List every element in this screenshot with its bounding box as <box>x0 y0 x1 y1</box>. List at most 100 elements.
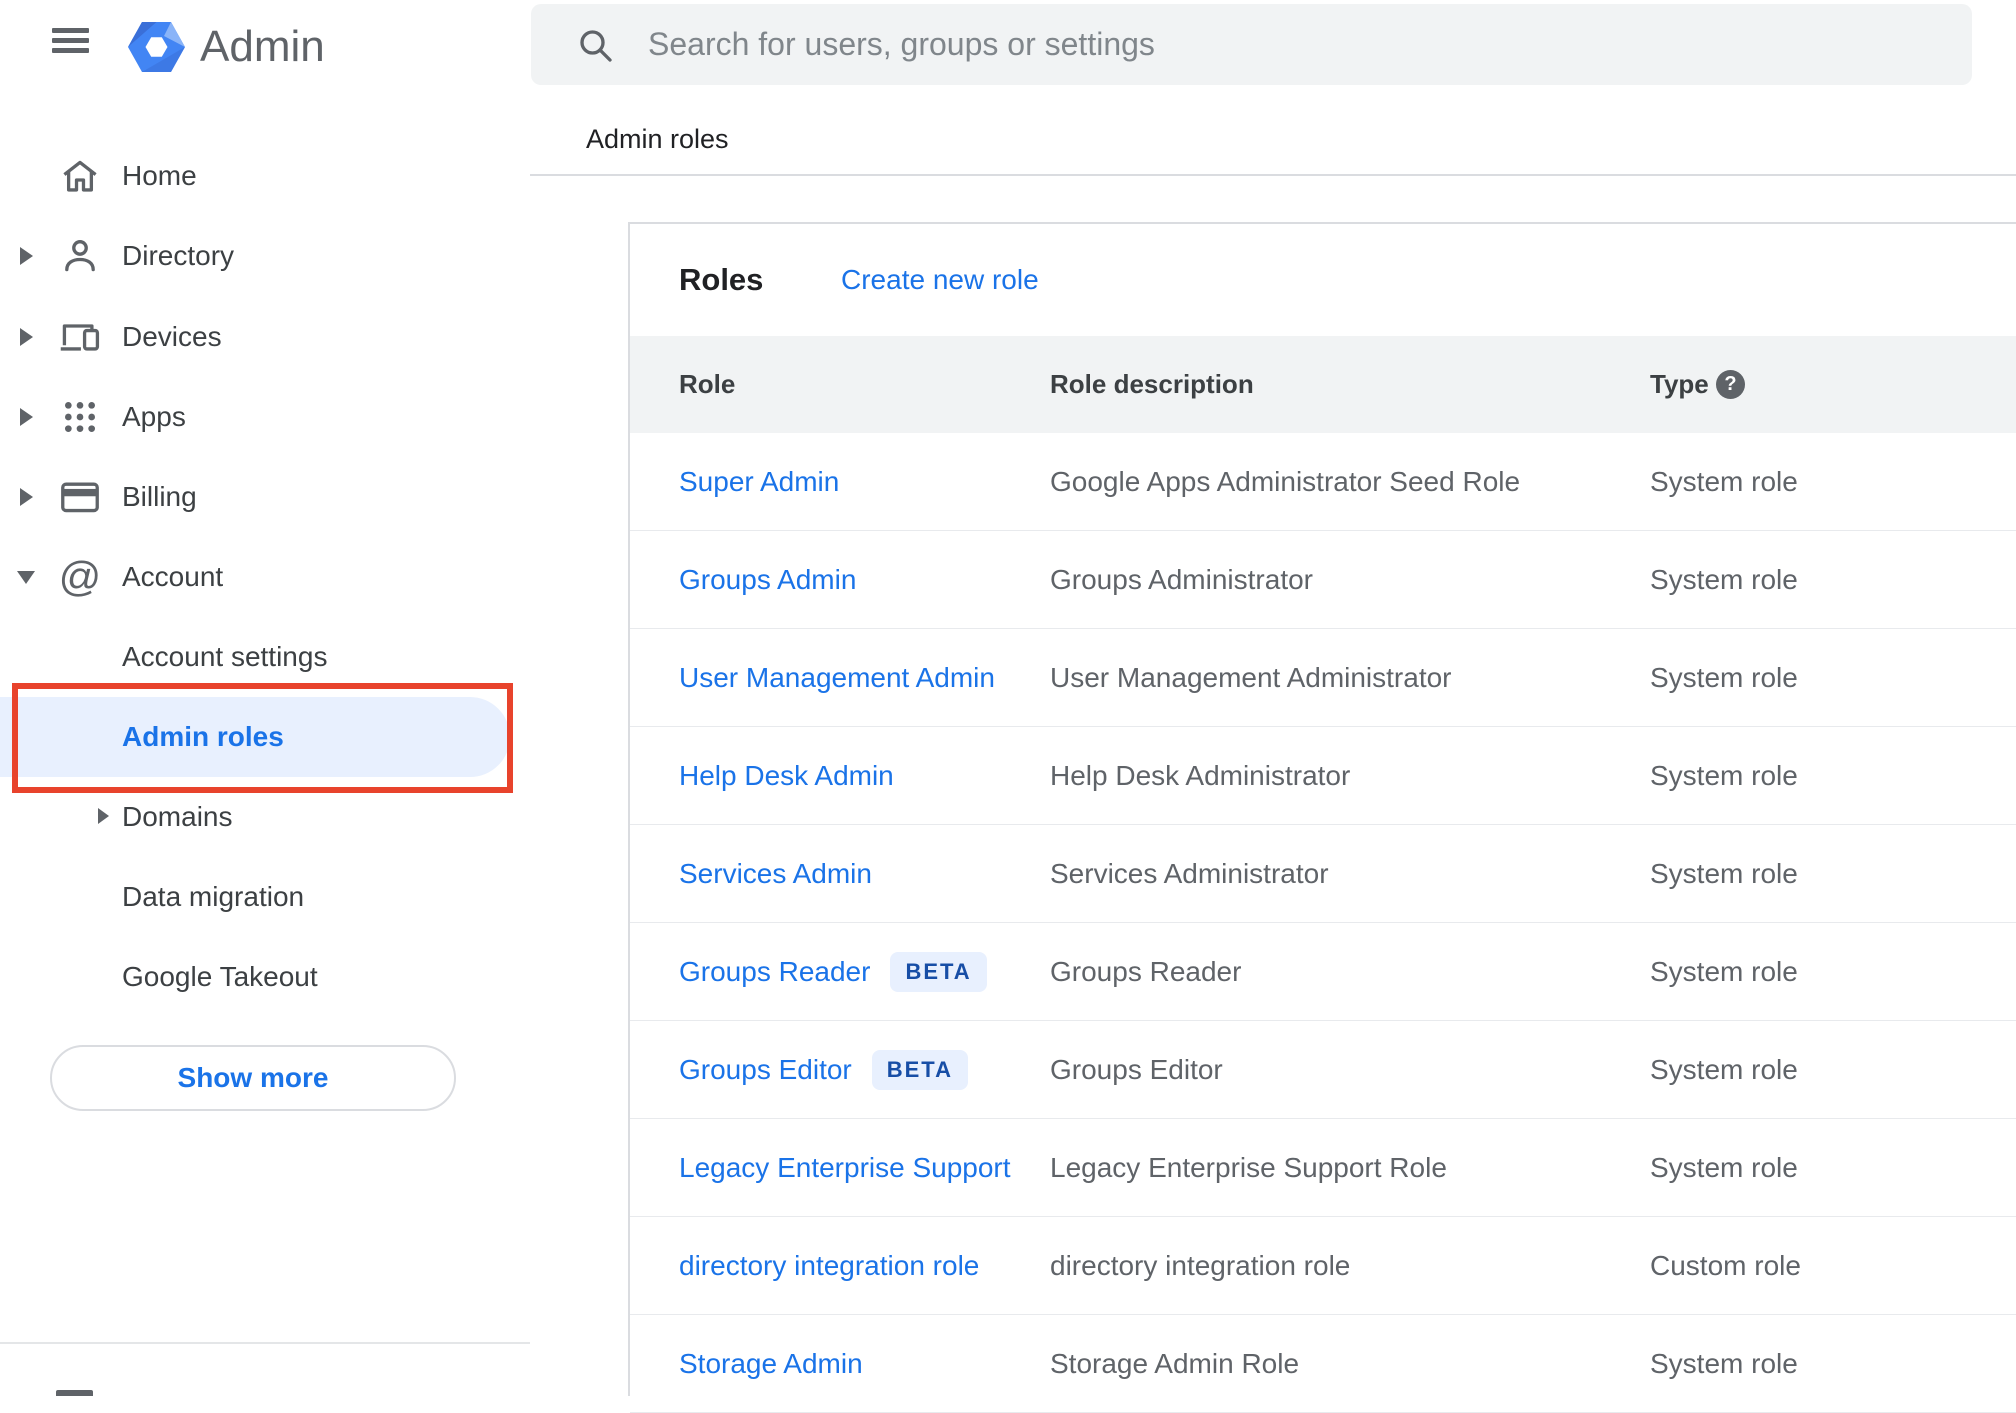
search-input[interactable]: Search for users, groups or settings <box>531 4 1972 85</box>
sidebar-item-admin-roles[interactable]: Admin roles <box>0 697 510 777</box>
brand-bar: Admin <box>0 0 530 95</box>
role-link[interactable]: User Management Admin <box>679 662 995 694</box>
role-link[interactable]: Groups Reader <box>679 956 870 988</box>
role-description: Groups Editor <box>1050 1054 1223 1085</box>
roles-panel-titlebar: Roles Create new role <box>630 224 2016 336</box>
search-icon <box>575 25 615 65</box>
role-cell: Storage Admin <box>679 1315 863 1413</box>
sidebar-item-apps[interactable]: Apps <box>0 377 530 457</box>
table-row: directory integration role directory inte… <box>630 1217 2016 1315</box>
sidebar-item-label: Apps <box>122 401 186 432</box>
beta-badge: BETA <box>890 951 987 993</box>
role-description: Legacy Enterprise Support Role <box>1050 1152 1447 1183</box>
role-link[interactable]: Groups Editor <box>679 1054 852 1086</box>
chevron-right-icon[interactable] <box>20 247 33 265</box>
table-row: Groups Admin Groups Administrator System r… <box>630 531 2016 629</box>
show-more-button[interactable]: Show more <box>50 1045 456 1111</box>
role-description: Google Apps Administrator Seed Role <box>1050 466 1521 497</box>
role-link[interactable]: Super Admin <box>679 466 839 498</box>
role-cell: Groups Reader BETA <box>679 923 987 1021</box>
sidebar-item-label: Billing <box>122 481 197 512</box>
chevron-right-icon[interactable] <box>20 328 33 346</box>
show-more-label: Show more <box>177 1062 329 1093</box>
table-row: Groups Reader BETA Groups Reader System rol… <box>630 923 2016 1021</box>
sidebar-item-label: Home <box>122 160 197 191</box>
role-link[interactable]: Help Desk Admin <box>679 760 894 792</box>
billing-card-icon <box>57 474 103 520</box>
table-row: Services Admin Services Administrator Syst… <box>630 825 2016 923</box>
sidebar-item-home[interactable]: Home <box>0 136 530 216</box>
sidebar-bottom-divider <box>0 1342 530 1344</box>
role-type: System role <box>1650 662 1798 693</box>
sidebar-item-account-settings[interactable]: Account settings <box>0 617 530 697</box>
page-title: Roles <box>679 262 764 297</box>
table-row: Groups Editor BETA Groups Editor System rol… <box>630 1021 2016 1119</box>
role-type: System role <box>1650 1348 1798 1379</box>
role-cell: Legacy Enterprise Support <box>679 1119 1011 1217</box>
roles-panel: Roles Create new role Role Role descript… <box>628 222 2016 1413</box>
role-description: Help Desk Administrator <box>1050 760 1351 791</box>
role-cell: User Management Admin <box>679 629 995 727</box>
breadcrumb: Admin roles <box>586 124 729 154</box>
sidebar-item-label: Account settings <box>122 641 328 672</box>
table-row: Storage Admin Storage Admin Role System ro… <box>630 1315 2016 1413</box>
apps-grid-icon <box>57 394 103 440</box>
sidebar-item-billing[interactable]: Billing <box>0 457 530 537</box>
sidebar-item-label: Data migration <box>122 881 305 912</box>
role-type: System role <box>1650 956 1798 987</box>
chevron-right-icon[interactable] <box>20 408 33 426</box>
sidebar-item-label: Directory <box>122 240 235 271</box>
role-description: Storage Admin Role <box>1050 1348 1300 1379</box>
column-header-type: Type <box>1650 369 1709 399</box>
role-cell: directory integration role <box>679 1217 979 1315</box>
role-link[interactable]: Storage Admin <box>679 1348 863 1380</box>
app-title: Admin <box>200 22 325 71</box>
role-cell: Services Admin <box>679 825 872 923</box>
role-type: System role <box>1650 858 1798 889</box>
table-row: Help Desk Admin Help Desk Administrator Sy… <box>630 727 2016 825</box>
sidebar-item-label: Devices <box>122 321 222 352</box>
role-description: Groups Reader <box>1050 956 1242 987</box>
create-new-role-link[interactable]: Create new role <box>841 224 1039 336</box>
role-link[interactable]: Services Admin <box>679 858 872 890</box>
role-type: Custom role <box>1650 1250 1801 1281</box>
role-cell: Groups Admin <box>679 531 856 629</box>
sidebar-item-label: Account <box>122 561 224 592</box>
role-description: User Management Administrator <box>1050 662 1452 693</box>
at-sign-icon: @ <box>58 553 102 600</box>
column-header-description: Role description <box>1050 369 1254 399</box>
role-type: System role <box>1650 466 1798 497</box>
table-header-row: Role Role description Type ? <box>630 336 2016 433</box>
role-type: System role <box>1650 1054 1798 1085</box>
role-link[interactable]: Legacy Enterprise Support <box>679 1152 1011 1184</box>
role-link[interactable]: Groups Admin <box>679 564 856 596</box>
role-type: System role <box>1650 564 1798 595</box>
sidebar-item-devices[interactable]: Devices <box>0 297 530 377</box>
role-type: System role <box>1650 1152 1798 1183</box>
table-row: User Management Admin User Management Adm… <box>630 629 2016 727</box>
breadcrumb-divider <box>530 174 2016 176</box>
table-row: Legacy Enterprise Support Legacy Enterpri… <box>630 1119 2016 1217</box>
chevron-right-icon[interactable] <box>98 808 109 824</box>
role-cell: Groups Editor BETA <box>679 1021 969 1119</box>
role-description: Services Administrator <box>1050 858 1329 889</box>
sidebar-item-label: Domains <box>122 801 233 832</box>
sidebar: Admin Home Directory Devices Apps Billin… <box>0 0 530 1396</box>
search-placeholder: Search for users, groups or settings <box>648 26 1155 62</box>
role-link[interactable]: directory integration role <box>679 1250 979 1282</box>
sidebar-item-directory[interactable]: Directory <box>0 216 530 296</box>
help-icon[interactable]: ? <box>1716 370 1745 399</box>
hamburger-menu-icon[interactable] <box>52 28 89 54</box>
role-cell: Help Desk Admin <box>679 727 894 825</box>
chevron-down-icon[interactable] <box>17 571 35 584</box>
partial-icon <box>56 1390 93 1396</box>
sidebar-item-data-migration[interactable]: Data migration <box>0 857 530 937</box>
role-description: directory integration role <box>1050 1250 1351 1281</box>
roles-table-body: Super Admin Google Apps Administrator See… <box>630 433 2016 1413</box>
sidebar-item-domains[interactable]: Domains <box>0 777 530 857</box>
sidebar-item-account[interactable]: @ Account <box>0 537 530 617</box>
sidebar-item-google-takeout[interactable]: Google Takeout <box>0 937 530 1017</box>
sidebar-item-label: Google Takeout <box>122 961 318 992</box>
chevron-right-icon[interactable] <box>20 488 33 506</box>
person-icon <box>57 233 103 279</box>
